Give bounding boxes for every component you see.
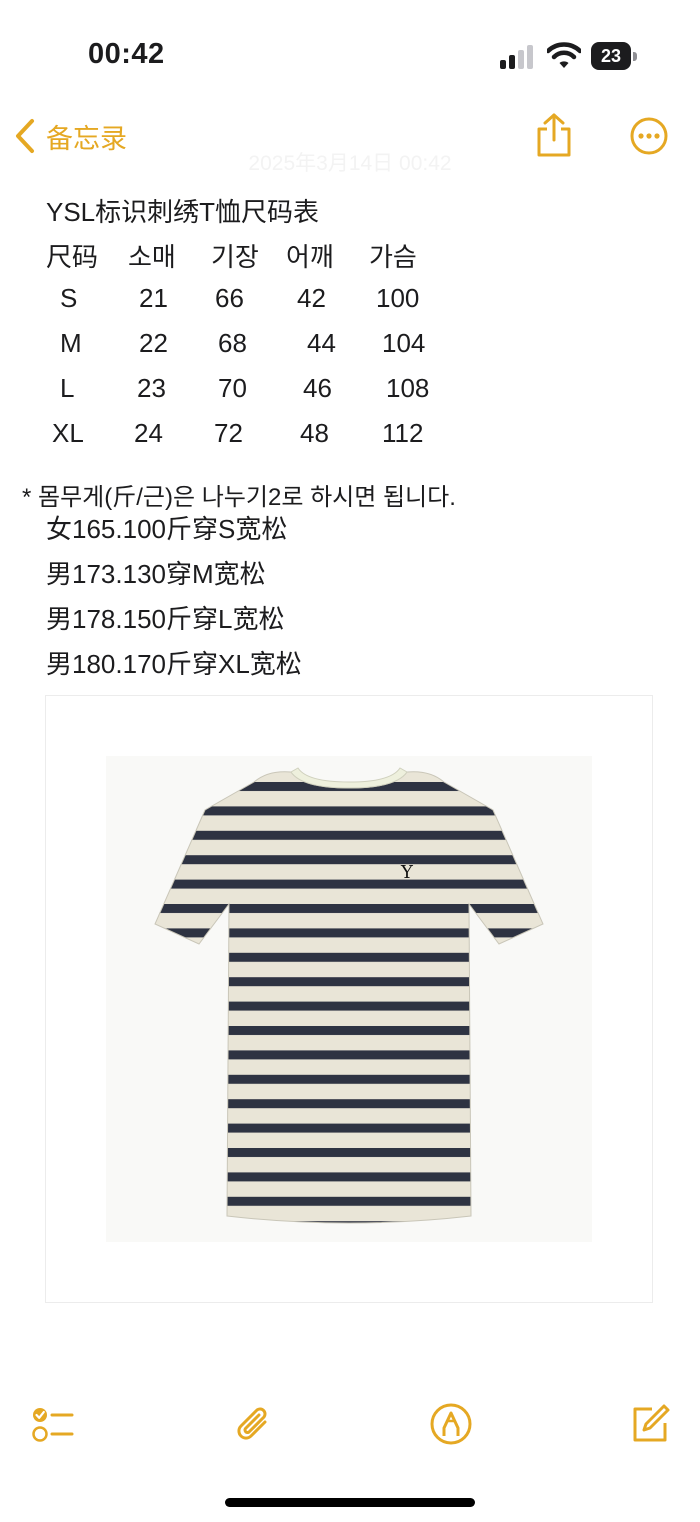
wifi-icon: [547, 42, 581, 68]
note-title: YSL标识刺绣T恤尺码表: [46, 197, 320, 227]
cellular-signal-icon: [500, 45, 533, 69]
table-cell: 22: [139, 328, 168, 358]
table-cell: 68: [218, 328, 247, 358]
table-header: 어깨: [286, 242, 334, 272]
battery-percentage: 23: [591, 42, 631, 70]
table-header: 尺码: [46, 242, 99, 272]
table-cell: S: [60, 283, 78, 313]
table-cell: 66: [215, 283, 244, 313]
table-header: 가슴: [369, 242, 417, 272]
status-time: 00:42: [88, 38, 165, 70]
table-cell: 44: [307, 328, 336, 358]
table-cell: 48: [300, 418, 329, 448]
share-icon[interactable]: [534, 112, 574, 158]
battery-nub: [633, 52, 637, 61]
attached-image[interactable]: Y: [45, 695, 653, 1303]
table-cell: 104: [382, 328, 426, 358]
weight-note: * 몸무게(斤/근)은 나누기2로 하시면 됩니다.: [22, 484, 456, 511]
table-cell: 24: [134, 418, 163, 448]
table-cell: 108: [386, 373, 430, 403]
table-cell: 112: [382, 418, 424, 448]
table-cell: XL: [52, 418, 84, 448]
svg-text:Y: Y: [400, 862, 414, 883]
table-cell: 70: [218, 373, 247, 403]
table-cell: 46: [303, 373, 332, 403]
paperclip-icon[interactable]: [232, 1402, 276, 1446]
table-cell: 23: [137, 373, 166, 403]
table-cell: 72: [214, 418, 243, 448]
table-cell: 21: [139, 283, 168, 313]
compose-icon[interactable]: [628, 1402, 672, 1446]
checklist-icon[interactable]: [30, 1402, 74, 1446]
recommendation-line: 男180.170斤穿XL宽松: [46, 649, 302, 679]
note-date: 2025年3月14日 00:42: [248, 152, 452, 175]
table-cell: L: [60, 373, 75, 403]
table-header: 기장: [211, 242, 259, 272]
striped-tshirt-image: Y: [106, 756, 592, 1242]
markup-pen-icon[interactable]: [429, 1402, 473, 1446]
recommendation-line: 女165.100斤穿S宽松: [46, 514, 288, 544]
table-header: 소매: [128, 242, 176, 272]
table-cell: 42: [297, 283, 326, 313]
home-indicator[interactable]: [225, 1498, 475, 1507]
more-options-icon[interactable]: [630, 117, 668, 155]
table-cell: M: [60, 328, 82, 358]
table-cell: 100: [376, 283, 420, 313]
battery-icon: 23: [591, 42, 639, 70]
recommendation-line: 男178.150斤穿L宽松: [46, 604, 285, 634]
recommendation-line: 男173.130穿M宽松: [46, 559, 266, 589]
